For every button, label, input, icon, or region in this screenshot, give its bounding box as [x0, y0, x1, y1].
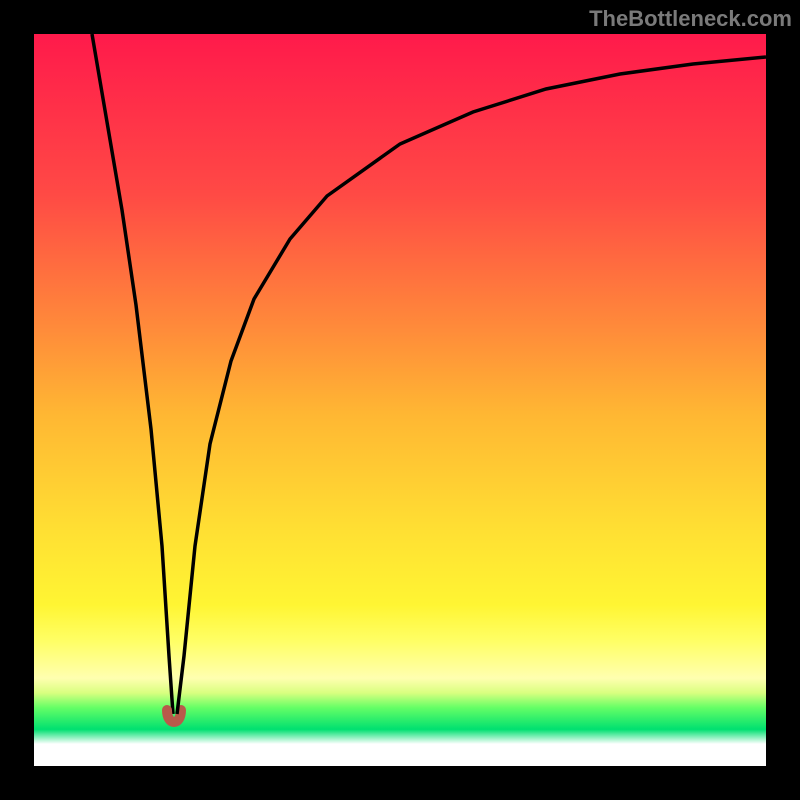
chart-frame: TheBottleneck.com — [0, 0, 800, 800]
curve-right-branch — [177, 57, 766, 714]
curve-left-branch — [92, 34, 173, 714]
bottleneck-curve — [34, 34, 766, 766]
chart-plot-area — [34, 34, 766, 766]
watermark-text: TheBottleneck.com — [589, 6, 792, 32]
